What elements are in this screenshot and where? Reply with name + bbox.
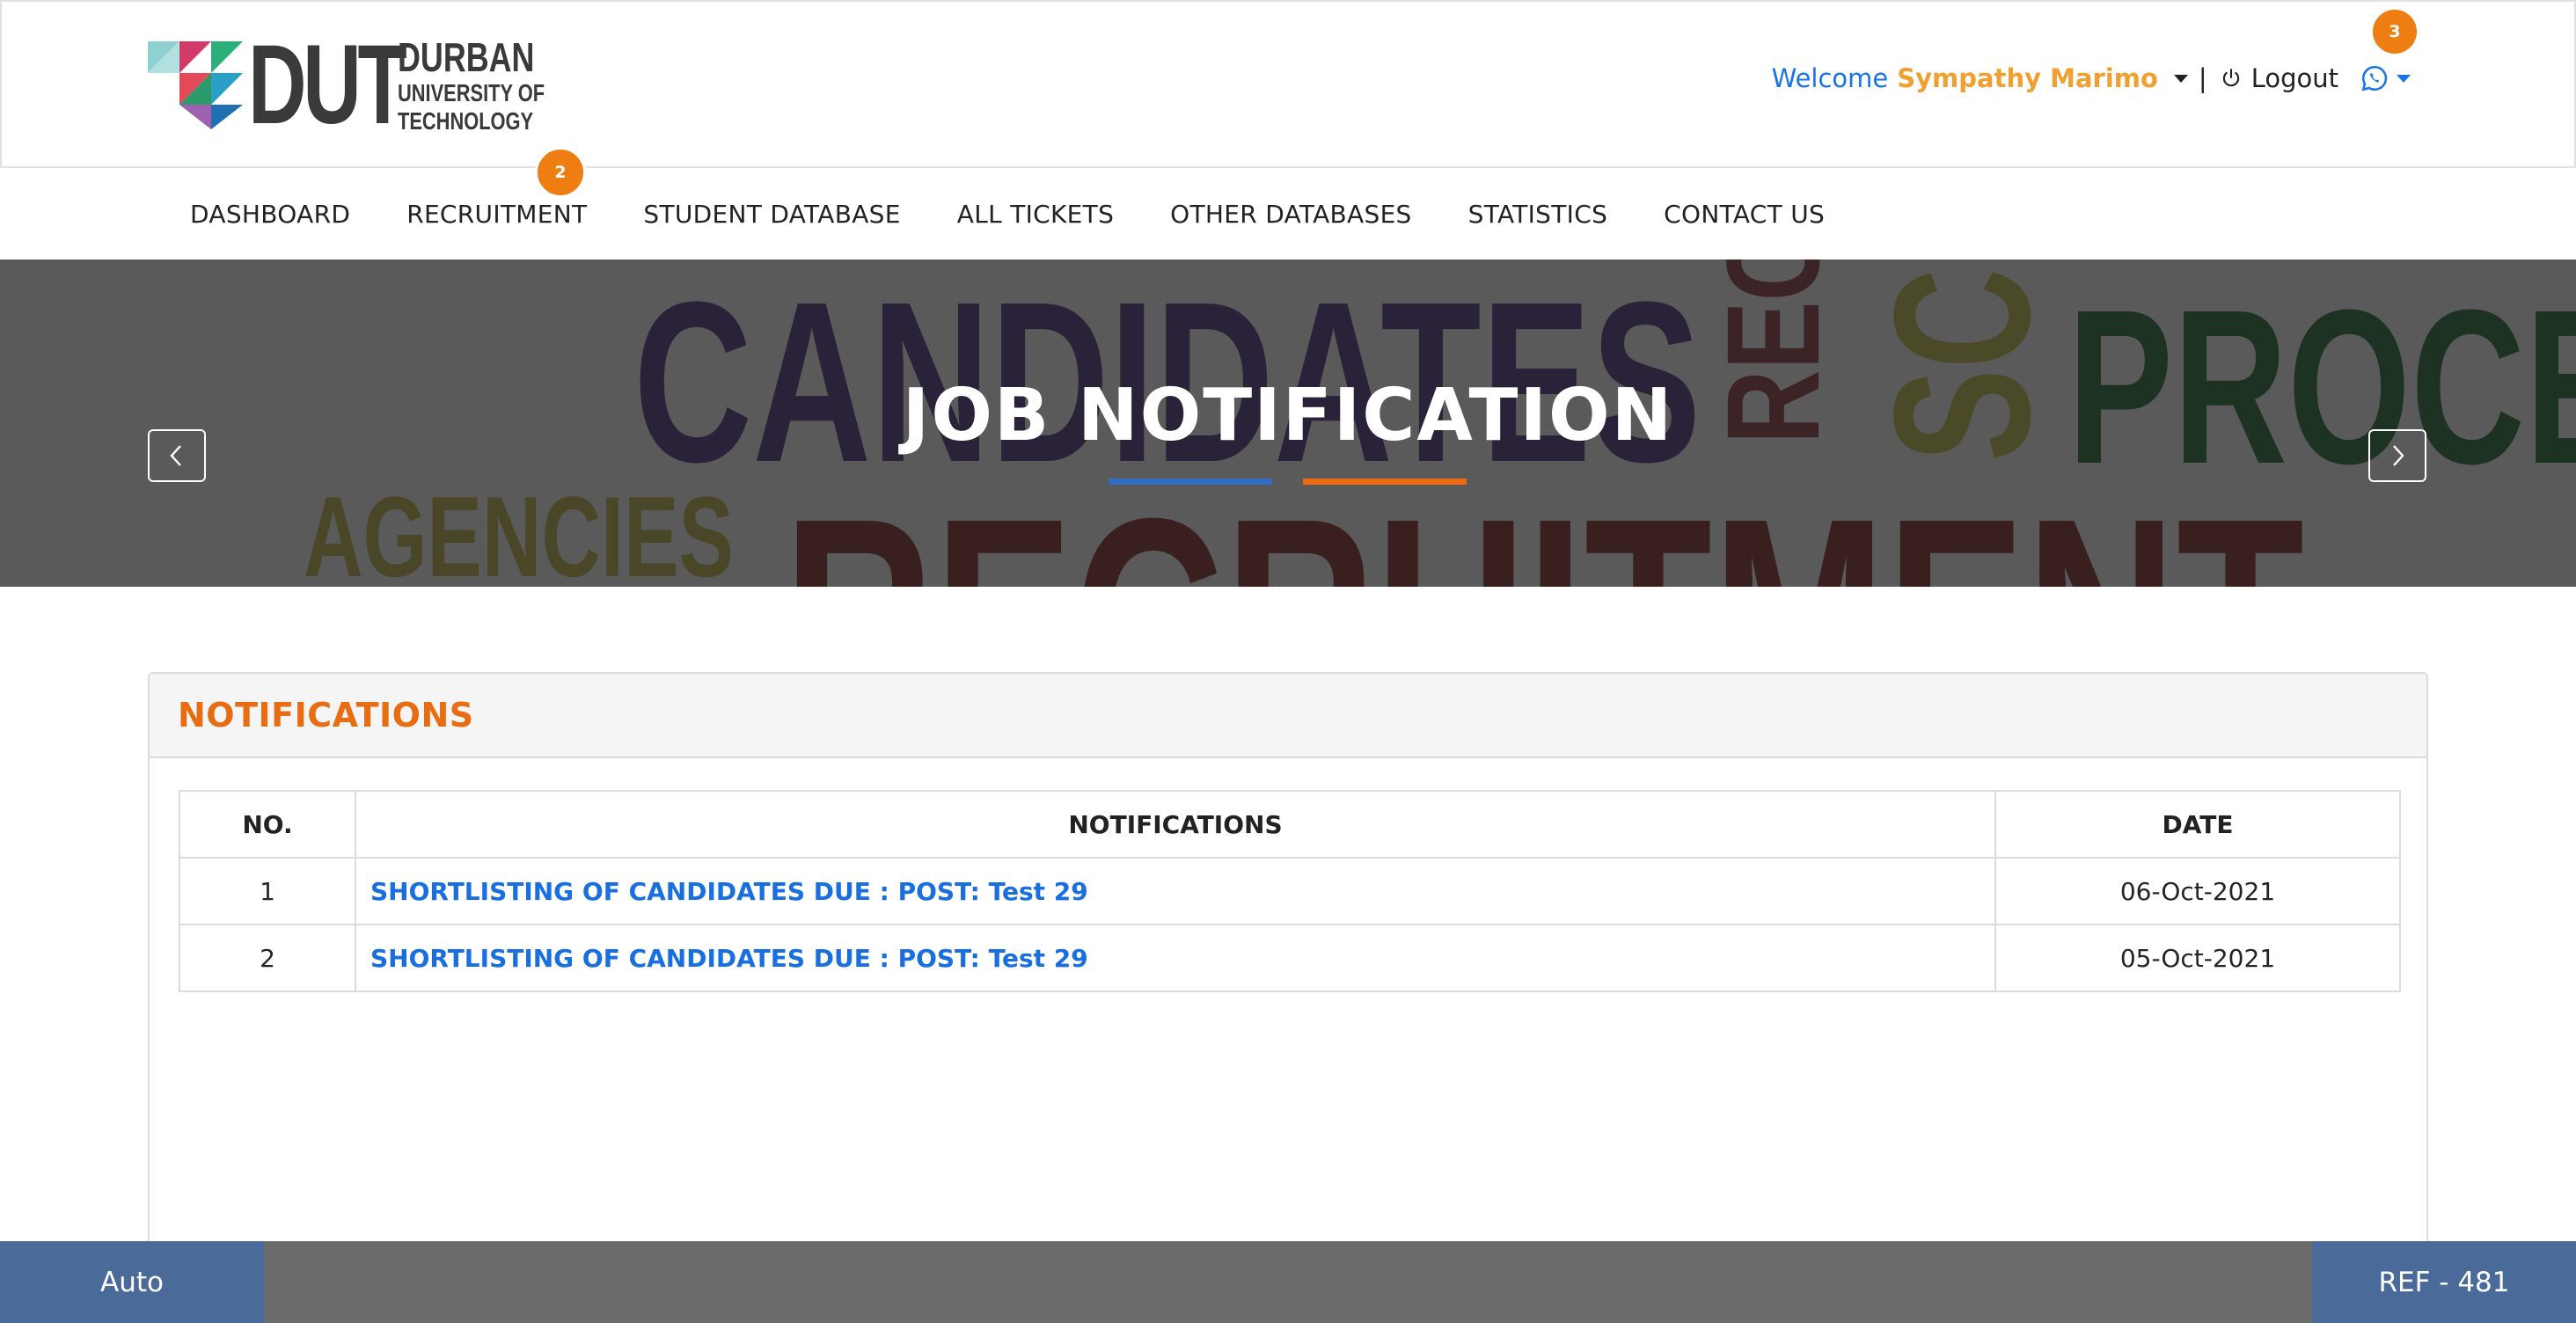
top-header: DUT DURBAN UNIVERSITY OF TECHNOLOGY Welc…	[0, 0, 2576, 168]
page-title: JOB NOTIFICATION	[902, 374, 1674, 457]
logo-line-1: DURBAN	[398, 34, 535, 80]
carousel-prev-button[interactable]	[148, 429, 206, 482]
chevron-right-icon	[2393, 445, 2404, 466]
title-underline-orange	[1303, 479, 1467, 485]
nav-item-all-tickets[interactable]: ALL TICKETS	[929, 200, 1142, 229]
banner-bg-word: RECRUITMENT	[783, 475, 2304, 588]
logout-link[interactable]: Logout	[2251, 63, 2338, 93]
welcome-text: Welcome	[1771, 63, 1889, 93]
row-number: 2	[179, 924, 356, 992]
logo-subtitle: DURBAN UNIVERSITY OF TECHNOLOGY	[398, 37, 586, 134]
reference-label: REF - 481	[2312, 1241, 2576, 1323]
recruitment-count-badge: 2	[535, 146, 587, 198]
nav-item-recruitment[interactable]: RECRUITMENT 2	[378, 146, 615, 229]
column-header-date: DATE	[1994, 790, 2401, 859]
table-row: 2 SHORTLISTING OF CANDIDATES DUE : POST:…	[179, 924, 2401, 992]
table-row: 1 SHORTLISTING OF CANDIDATES DUE : POST:…	[179, 857, 2401, 925]
title-underline-blue	[1109, 479, 1272, 485]
power-icon[interactable]	[2220, 67, 2243, 90]
card-title: NOTIFICATIONS	[178, 696, 474, 735]
user-name-dropdown[interactable]: Sympathy Marimo	[1897, 63, 2158, 93]
chevron-left-icon	[170, 445, 181, 466]
notification-link[interactable]: SHORTLISTING OF CANDIDATES DUE : POST: T…	[355, 857, 1996, 925]
column-header-notifications: NOTIFICATIONS	[355, 790, 1996, 859]
table-header-row: NO. NOTIFICATIONS DATE	[179, 790, 2401, 859]
logo-triangles-icon	[148, 41, 243, 129]
user-area: Welcome Sympathy Marimo | Logout 3	[1771, 7, 2419, 93]
logo-mark-text: DUT	[248, 22, 407, 148]
notification-date: 06-Oct-2021	[1994, 857, 2401, 925]
logo-line-3: TECHNOLOGY	[398, 107, 534, 135]
carousel-next-button[interactable]	[2368, 429, 2426, 482]
notification-date: 05-Oct-2021	[1994, 924, 2401, 992]
hero-banner: CANDIDATES REC SC PROCE AGENCIES RECRUIT…	[0, 259, 2576, 587]
column-header-no: NO.	[179, 790, 356, 859]
nav-item-student-database[interactable]: STUDENT DATABASE	[615, 200, 928, 229]
chevron-down-icon[interactable]	[2173, 74, 2188, 83]
whatsapp-icon[interactable]	[2360, 63, 2389, 93]
nav-item-recruitment-label: RECRUITMENT	[406, 199, 588, 229]
nav-item-statistics[interactable]: STATISTICS	[1440, 200, 1636, 229]
nav-item-other-databases[interactable]: OTHER DATABASES	[1142, 200, 1439, 229]
chevron-down-icon[interactable]	[2397, 74, 2411, 83]
separator: |	[2198, 63, 2207, 93]
footer-bar: Auto REF - 481	[0, 1241, 2576, 1323]
notification-link[interactable]: SHORTLISTING OF CANDIDATES DUE : POST: T…	[355, 924, 1996, 992]
dut-logo[interactable]: DUT DURBAN UNIVERSITY OF TECHNOLOGY	[148, 29, 586, 142]
logo-line-2: UNIVERSITY OF	[398, 79, 545, 106]
card-header: NOTIFICATIONS	[150, 674, 2426, 758]
notifications-table: NO. NOTIFICATIONS DATE 1 SHORTLISTING OF…	[179, 790, 2401, 992]
whatsapp-count-badge: 3	[2370, 7, 2419, 56]
notifications-card: NOTIFICATIONS NO. NOTIFICATIONS DATE 1 S…	[148, 672, 2428, 1323]
banner-bg-word: AGENCIES	[304, 472, 734, 587]
nav-item-contact-us[interactable]: CONTACT US	[1636, 200, 1853, 229]
nav-item-dashboard[interactable]: DASHBOARD	[162, 200, 378, 229]
main-navigation: DASHBOARD RECRUITMENT 2 STUDENT DATABASE…	[0, 146, 2576, 259]
nav-items: DASHBOARD RECRUITMENT 2 STUDENT DATABASE…	[162, 146, 1853, 259]
auto-button[interactable]: Auto	[0, 1241, 264, 1323]
row-number: 1	[179, 857, 356, 925]
whatsapp-dropdown[interactable]: 3	[2360, 7, 2419, 93]
